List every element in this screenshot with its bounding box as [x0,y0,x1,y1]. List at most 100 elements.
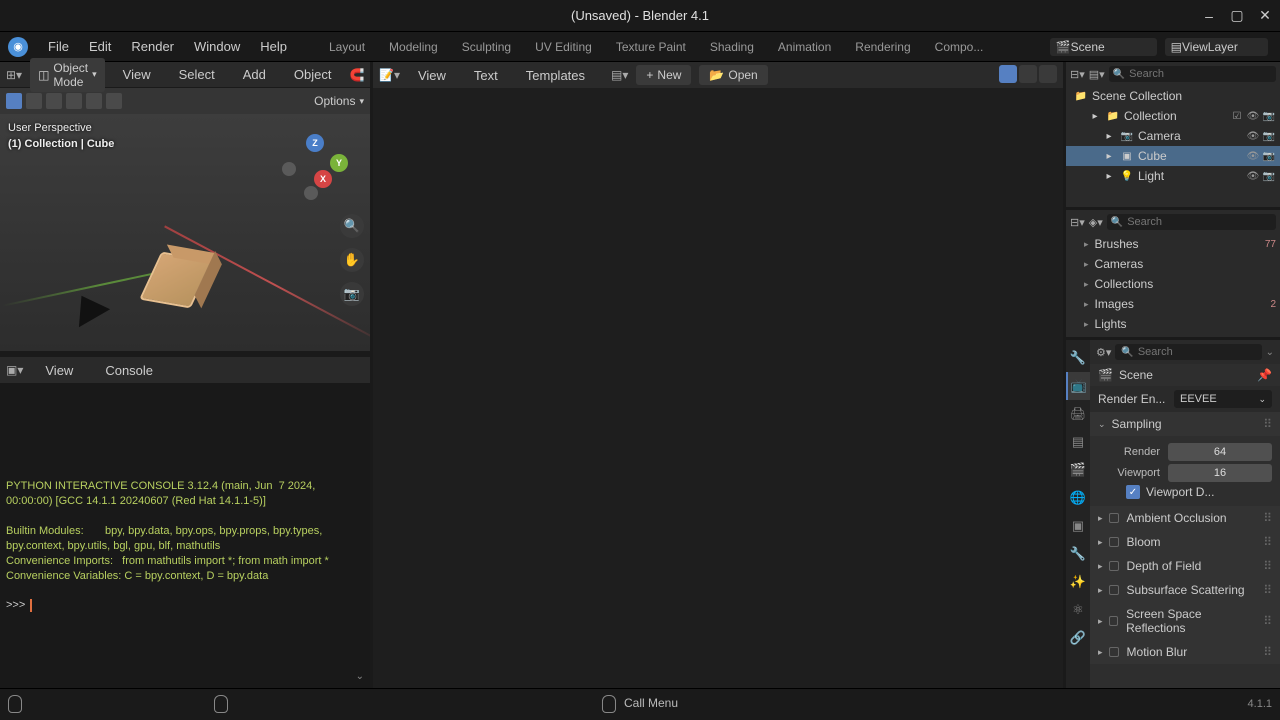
gizmo-y[interactable]: Y [330,154,348,172]
proptab-constraint[interactable]: 🔗 [1066,624,1090,652]
drag-icon[interactable]: ⠿ [1263,417,1272,431]
proptab-object[interactable]: ▣ [1066,512,1090,540]
eye-icon[interactable]: 👁 [1246,149,1260,163]
camera-view-icon[interactable]: 📷 [340,282,364,306]
viewport-denoise-checkbox[interactable]: ✓ Viewport D... [1126,485,1272,499]
editor-type-icon[interactable]: 📝▾ [379,68,400,82]
outliner-search[interactable]: 🔍 [1109,66,1276,82]
drag-icon[interactable]: ⠿ [1263,645,1272,659]
drag-icon[interactable]: ⠿ [1263,559,1272,573]
text-menu-view[interactable]: View [408,68,456,83]
tab-compositing[interactable]: Compo... [923,40,996,54]
drag-icon[interactable]: ⠿ [1263,511,1272,525]
close-button[interactable]: ✕ [1258,9,1272,23]
vp-menu-add[interactable]: Add [233,67,276,82]
maximize-button[interactable]: ▢ [1230,9,1244,23]
render-icon[interactable]: 📷 [1262,169,1276,183]
editor-type-icon[interactable]: ⚙▾ [1096,346,1111,359]
section-ambient-occlusion[interactable]: ▸Ambient Occlusion⠿ [1090,506,1280,530]
db-item-brushes[interactable]: ▸Brushes77 [1066,234,1280,254]
text-menu-templates[interactable]: Templates [516,68,595,83]
editor-type-icon[interactable]: ⊟▾ [1070,216,1085,229]
menu-file[interactable]: File [38,39,79,54]
minimize-button[interactable]: – [1202,9,1216,23]
outliner-item-light[interactable]: ▸💡Light👁📷 [1066,166,1280,186]
section-sampling[interactable]: ⌄ Sampling ⠿ [1090,412,1280,436]
proptab-scene[interactable]: 🎬 [1066,456,1090,484]
checkbox-empty[interactable] [1109,513,1119,523]
open-text-button[interactable]: 📂Open [699,65,767,85]
outliner-item-scene-collection[interactable]: 📁Scene Collection [1066,86,1280,106]
nav-gizmo[interactable]: Z Y X [280,134,350,204]
vp-menu-select[interactable]: Select [169,67,225,82]
outliner-item-collection[interactable]: ▸📁Collection☑👁📷 [1066,106,1280,126]
magnet-icon[interactable]: 🧲 [349,68,364,82]
editor-type-icon[interactable]: ▣▾ [6,363,23,377]
drag-icon[interactable]: ⠿ [1263,614,1272,628]
db-item-images[interactable]: ▸Images2 [1066,294,1280,314]
editor-type-icon[interactable]: ⊞▾ [6,68,22,82]
gizmo-x[interactable]: X [314,170,332,188]
vp-menu-object[interactable]: Object [284,67,342,82]
tool-select[interactable] [6,93,22,109]
tab-layout[interactable]: Layout [317,40,377,54]
render-icon[interactable]: 📷 [1262,129,1276,143]
new-text-button[interactable]: +New [636,65,691,85]
linenumbers-icon[interactable] [1039,65,1057,83]
drag-icon[interactable]: ⠿ [1263,535,1272,549]
section-bloom[interactable]: ▸Bloom⠿ [1090,530,1280,554]
chevron-down-icon[interactable]: ⌄ [356,670,364,684]
syntax-icon[interactable] [999,65,1017,83]
proptab-output[interactable]: 🖨 [1066,400,1090,428]
gizmo-z[interactable]: Z [306,134,324,152]
checkbox-empty[interactable] [1109,537,1119,547]
tab-shading[interactable]: Shading [698,40,766,54]
checkbox-empty[interactable] [1109,647,1119,657]
gizmo-neg2[interactable] [304,186,318,200]
proptab-physics[interactable]: ⚛ [1066,596,1090,624]
options-icon[interactable]: ⌄ [1266,347,1274,358]
menu-render[interactable]: Render [121,39,184,54]
text-menu-text[interactable]: Text [464,68,508,83]
checkbox-empty[interactable] [1109,616,1119,626]
tab-animation[interactable]: Animation [766,40,843,54]
section-motion-blur[interactable]: ▸Motion Blur⠿ [1090,640,1280,664]
outliner-item-cube[interactable]: ▸▣Cube👁📷 [1066,146,1280,166]
text-area[interactable] [373,88,1063,688]
tab-rendering[interactable]: Rendering [843,40,922,54]
databrowser-search[interactable]: 🔍 [1107,214,1276,230]
scene-input[interactable] [1071,40,1151,54]
render-samples-input[interactable]: 64 [1168,443,1272,461]
console-output[interactable]: PYTHON INTERACTIVE CONSOLE 3.12.4 (main,… [0,383,370,688]
proptab-particle[interactable]: ✨ [1066,568,1090,596]
display-mode-icon[interactable]: ◈▾ [1089,216,1103,229]
tool-rotate[interactable] [86,93,102,109]
menu-edit[interactable]: Edit [79,39,121,54]
console-menu-view[interactable]: View [35,363,83,378]
datablock-icon[interactable]: ▤▾ [611,68,628,82]
section-screen-space-reflections[interactable]: ▸Screen Space Reflections⠿ [1090,602,1280,640]
eye-icon[interactable]: 👁 [1246,109,1260,123]
viewport-3d[interactable]: ⊞▾ ◫ Object Mode ▾ View Select Add Objec… [0,62,370,354]
mode-selector[interactable]: ◫ Object Mode ▾ [30,58,105,92]
scene-selector[interactable]: 🎬 [1050,38,1157,56]
cube-object[interactable] [139,252,213,309]
proptab-tool[interactable]: 🔧 [1066,344,1090,372]
eye-icon[interactable]: 👁 [1246,129,1260,143]
tab-sculpting[interactable]: Sculpting [450,40,523,54]
pin-icon[interactable]: 📌 [1257,368,1272,382]
tool-box[interactable] [26,93,42,109]
options-dropdown[interactable]: Options ▾ [314,94,364,108]
viewlayer-selector[interactable]: ▤ [1165,38,1268,56]
tool-scale[interactable] [106,93,122,109]
proptab-viewlayer[interactable]: ▤ [1066,428,1090,456]
menu-help[interactable]: Help [250,39,297,54]
checkbox-empty[interactable] [1109,561,1119,571]
db-item-collections[interactable]: ▸Collections [1066,274,1280,294]
pan-icon[interactable]: ✋ [340,248,364,272]
filter-icon[interactable]: ▤▾ [1089,68,1105,81]
tab-modeling[interactable]: Modeling [377,40,450,54]
proptab-render[interactable]: 📺 [1066,372,1090,400]
tool-move[interactable] [66,93,82,109]
camera-object[interactable] [66,287,110,328]
